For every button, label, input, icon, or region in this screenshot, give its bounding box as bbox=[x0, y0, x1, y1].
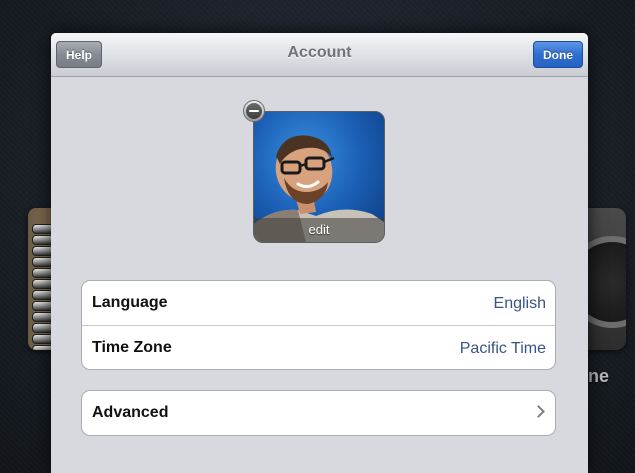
language-value: English bbox=[493, 295, 546, 312]
language-label: Language bbox=[92, 294, 168, 311]
advanced-label: Advanced bbox=[92, 404, 169, 421]
background-app-label: ne bbox=[588, 366, 610, 386]
chevron-right-icon bbox=[532, 405, 545, 418]
remove-photo-icon[interactable] bbox=[243, 100, 265, 122]
account-sheet: Help Account Done edit Language English … bbox=[51, 33, 588, 473]
done-button[interactable]: Done bbox=[533, 41, 583, 68]
page-title: Account bbox=[287, 44, 352, 61]
advanced-settings-group: Advanced bbox=[81, 390, 556, 436]
locale-settings-group: Language English Time Zone Pacific Time bbox=[81, 280, 556, 370]
advanced-row[interactable]: Advanced bbox=[82, 391, 555, 435]
time-zone-label: Time Zone bbox=[92, 339, 172, 356]
time-zone-value: Pacific Time bbox=[459, 340, 546, 357]
edit-photo-label[interactable]: edit bbox=[254, 218, 384, 242]
background-dial-app-icon bbox=[586, 208, 626, 350]
dial-icon bbox=[586, 236, 626, 328]
language-row[interactable]: Language English bbox=[82, 281, 555, 325]
profile-photo[interactable]: edit bbox=[253, 111, 385, 243]
profile-photo-container: edit bbox=[243, 100, 385, 243]
time-zone-row[interactable]: Time Zone Pacific Time bbox=[82, 325, 555, 369]
navigation-bar: Help Account Done bbox=[51, 33, 588, 77]
